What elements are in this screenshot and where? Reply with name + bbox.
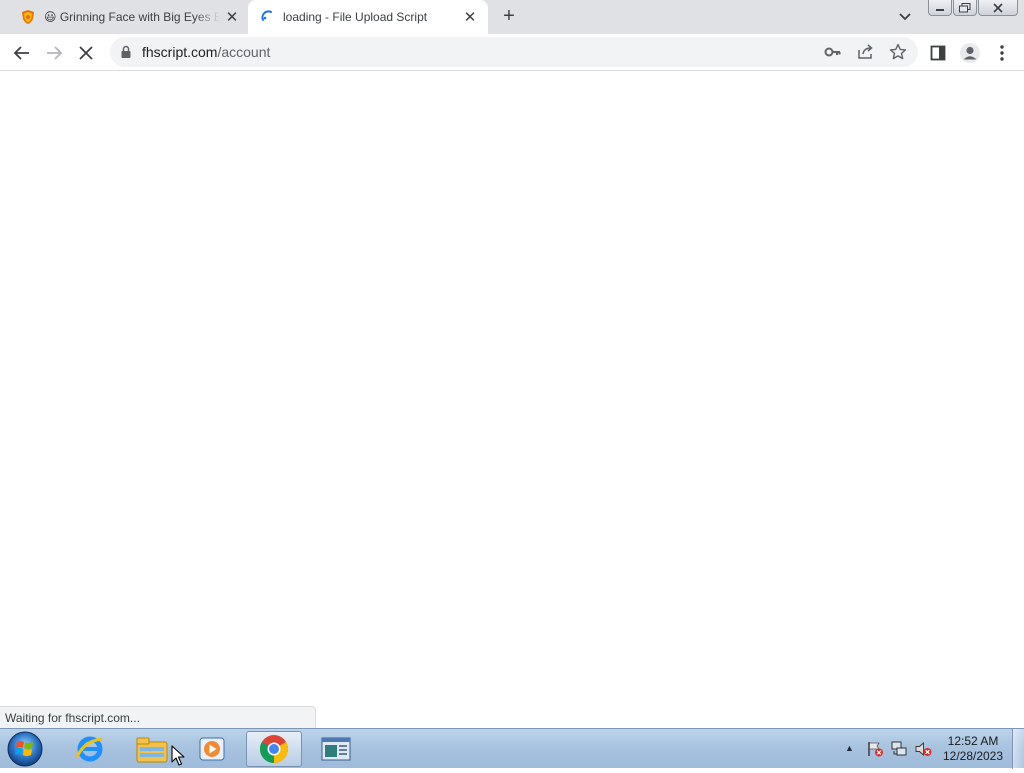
network-icon[interactable]	[890, 741, 908, 757]
forward-arrow-icon[interactable]	[41, 40, 67, 66]
status-bubble: Waiting for fhscript.com...	[0, 706, 316, 728]
tab-file-upload-script[interactable]: loading - File Upload Script ✕	[248, 0, 488, 34]
new-tab-button[interactable]: +	[498, 6, 520, 28]
address-bar[interactable]: fhscript.com/account	[110, 37, 918, 67]
lock-icon[interactable]	[120, 45, 132, 64]
show-hidden-icons-icon[interactable]: ▲	[845, 743, 854, 753]
page-content	[0, 72, 1024, 728]
key-icon[interactable]	[823, 43, 843, 61]
stop-loading-icon[interactable]	[73, 40, 99, 66]
tab-title: 😃 Grinning Face with Big Eyes Emoji	[44, 10, 220, 24]
window-controls	[928, 0, 1018, 18]
close-tab-icon[interactable]: ✕	[223, 8, 241, 26]
url-path: /account	[217, 44, 271, 60]
internet-explorer-icon[interactable]	[62, 731, 118, 767]
tab-search-chevron-icon[interactable]	[895, 8, 915, 26]
browser-toolbar: fhscript.com/account	[0, 34, 1024, 71]
start-button[interactable]	[5, 730, 45, 768]
menu-kebab-icon[interactable]	[989, 40, 1015, 66]
app-window-icon[interactable]	[308, 731, 364, 767]
action-center-flag-icon[interactable]	[866, 741, 884, 757]
taskbar: ▲ 12:52 AM 12/28/2023	[0, 728, 1024, 769]
side-panel-icon[interactable]	[925, 40, 951, 66]
tab-title: loading - File Upload Script	[283, 10, 428, 24]
chrome-taskbar-button[interactable]	[246, 731, 302, 767]
system-clock[interactable]: 12:52 AM 12/28/2023	[936, 734, 1010, 764]
url-text[interactable]: fhscript.com/account	[142, 44, 270, 60]
clock-time: 12:52 AM	[947, 734, 999, 748]
volume-muted-icon[interactable]	[914, 741, 932, 757]
close-tab-icon[interactable]: ✕	[461, 8, 479, 26]
profile-avatar-icon[interactable]	[957, 40, 983, 66]
close-window-button[interactable]	[978, 0, 1018, 16]
tab-strip: 😃 Grinning Face with Big Eyes Emoji ✕ lo…	[0, 0, 1024, 34]
media-player-icon[interactable]	[184, 731, 240, 767]
clock-date: 12/28/2023	[942, 749, 1004, 763]
mouse-cursor-icon	[171, 745, 185, 767]
bookmark-star-icon[interactable]	[888, 43, 908, 61]
share-icon[interactable]	[856, 43, 876, 61]
restore-button[interactable]	[953, 0, 977, 16]
back-arrow-icon[interactable]	[9, 40, 35, 66]
tab-grinning-face[interactable]: 😃 Grinning Face with Big Eyes Emoji ✕	[8, 0, 248, 34]
show-desktop-button[interactable]	[1012, 729, 1024, 769]
shield-favicon-icon	[20, 9, 36, 25]
loading-spinner-icon	[260, 9, 276, 25]
url-domain: fhscript.com	[142, 44, 218, 60]
minimize-button[interactable]	[928, 0, 952, 16]
